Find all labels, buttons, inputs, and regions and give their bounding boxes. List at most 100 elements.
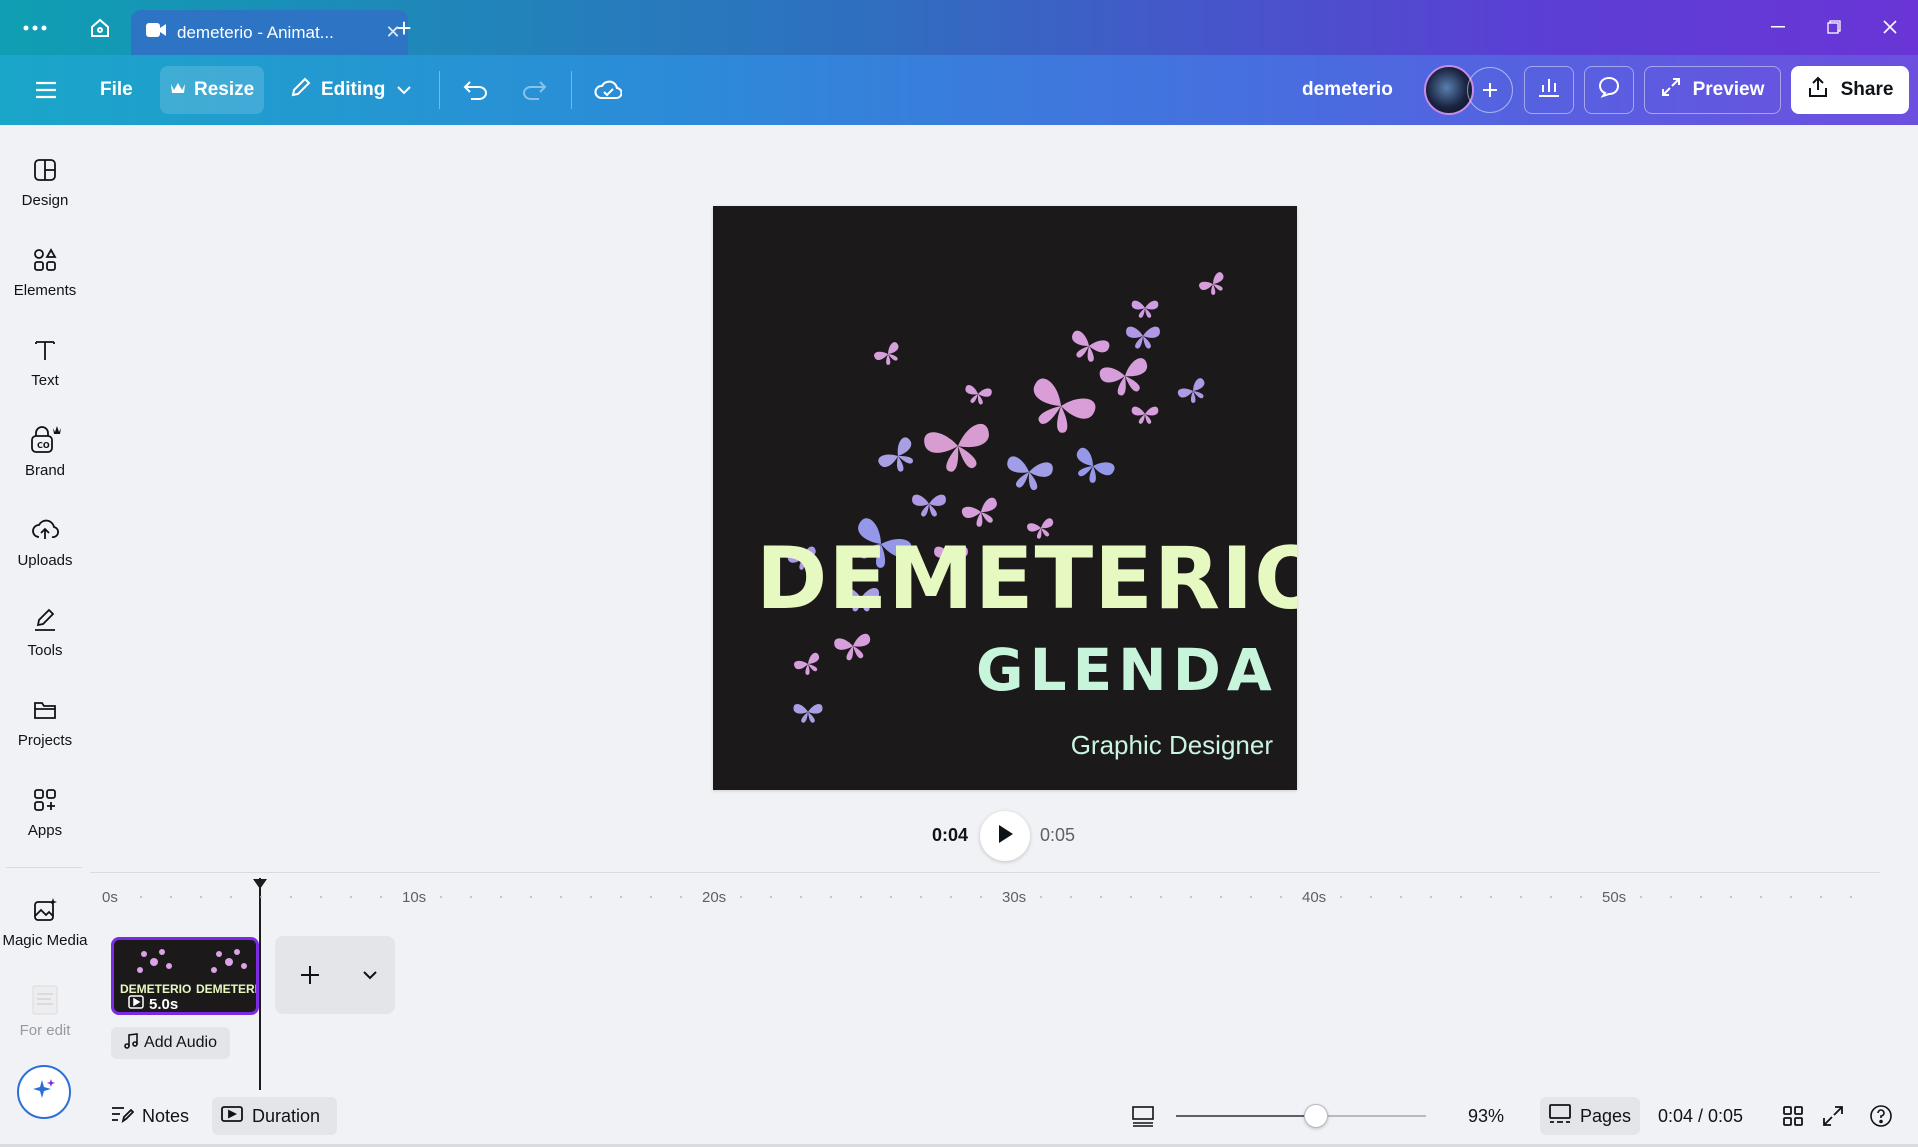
add-page-button[interactable] xyxy=(275,936,345,1014)
zoom-slider[interactable] xyxy=(1176,1115,1426,1117)
sidebar-item-label: Elements xyxy=(13,282,77,299)
more-options-icon[interactable] xyxy=(17,10,53,46)
sidebar-item-design[interactable]: Design xyxy=(0,150,90,230)
redo-button[interactable] xyxy=(516,66,552,114)
help-icon[interactable] xyxy=(1866,1097,1896,1135)
sidebar-item-elements[interactable]: Elements xyxy=(0,240,90,320)
design-name-label[interactable]: demeterio xyxy=(1302,66,1393,114)
timeline-tick-mark xyxy=(1250,896,1252,898)
file-menu-button[interactable]: File xyxy=(86,66,147,114)
sidebar-item-uploads[interactable]: Uploads xyxy=(0,510,90,590)
resize-button[interactable]: Resize xyxy=(160,66,264,114)
playhead-handle[interactable] xyxy=(252,878,268,890)
design-canvas[interactable]: DEMETERIO GLENDA Graphic Designer xyxy=(713,206,1297,790)
sidebar-item-apps[interactable]: Apps xyxy=(0,780,90,860)
fullscreen-icon[interactable] xyxy=(1818,1097,1848,1135)
timeline-tick-mark xyxy=(230,896,232,898)
video-icon xyxy=(220,1104,244,1129)
timeline-tick-mark xyxy=(1640,896,1642,898)
add-audio-button[interactable]: Add Audio xyxy=(111,1027,230,1059)
timeline-tick-mark xyxy=(1760,896,1762,898)
sidebar-item-text[interactable]: Text xyxy=(0,330,90,410)
new-tab-button[interactable]: + xyxy=(386,10,422,46)
cloud-saved-icon[interactable] xyxy=(590,66,626,114)
comments-button[interactable] xyxy=(1584,66,1634,114)
layout-view-icon[interactable] xyxy=(1128,1097,1158,1135)
sidebar-item-label: Tools xyxy=(27,642,63,659)
music-note-icon xyxy=(124,1032,138,1054)
sidebar-item-magic-media[interactable]: Magic Media xyxy=(0,890,90,970)
design-role-text[interactable]: Graphic Designer xyxy=(1023,730,1273,761)
magic-assistant-button[interactable] xyxy=(17,1065,71,1119)
timeline-tick-mark xyxy=(1040,896,1042,898)
timeline-clip[interactable]: DEMETERIO DEMETERI 5.0s xyxy=(111,937,259,1015)
sidebar-item-tools[interactable]: Tools xyxy=(0,600,90,680)
timeline-tick-mark xyxy=(500,896,502,898)
crown-icon xyxy=(170,79,186,101)
minimize-icon[interactable] xyxy=(1758,12,1798,42)
text-icon xyxy=(0,330,90,370)
editing-mode-dropdown[interactable]: Editing xyxy=(283,66,417,114)
timeline-tick-mark xyxy=(290,896,292,898)
sidebar-item-for-edit[interactable]: For edit xyxy=(0,980,90,1060)
timeline-tick-mark xyxy=(320,896,322,898)
timeline-tick-mark xyxy=(1670,896,1672,898)
notes-button[interactable]: Notes xyxy=(104,1097,195,1135)
zoom-label: 93% xyxy=(1467,1105,1505,1126)
share-button[interactable]: Share xyxy=(1791,66,1909,114)
zoom-percent[interactable]: 93% xyxy=(1456,1097,1516,1135)
timeline-tick-mark xyxy=(1580,896,1582,898)
zoom-slider-handle[interactable] xyxy=(1304,1104,1328,1128)
editor-toolbar: File Resize Editing demeterio Preview Sh… xyxy=(0,55,1918,125)
timeline-tick-mark xyxy=(1430,896,1432,898)
magic-image-icon xyxy=(0,890,90,930)
add-page-control xyxy=(275,936,395,1014)
insights-button[interactable] xyxy=(1524,66,1574,114)
sidebar-item-label: Uploads xyxy=(17,552,73,569)
invite-button[interactable] xyxy=(1467,67,1513,113)
design-name-text[interactable]: DEMETERIO xyxy=(756,536,1297,622)
timeline-tick-mark xyxy=(1460,896,1462,898)
video-icon xyxy=(128,995,144,1012)
preview-button[interactable]: Preview xyxy=(1644,66,1781,114)
timeline-tick-label: 50s xyxy=(1602,889,1627,906)
timeline-tick-mark xyxy=(1220,896,1222,898)
restore-icon[interactable] xyxy=(1814,12,1854,42)
timeline-tick-mark xyxy=(170,896,172,898)
browser-tab[interactable]: demeterio - Animat... ✕ xyxy=(131,10,408,55)
timeline-tick-mark xyxy=(1850,896,1852,898)
timeline-tick-label: 30s xyxy=(1002,889,1027,906)
timeline-tick-mark xyxy=(560,896,562,898)
timeline-tick-mark xyxy=(590,896,592,898)
timeline-tick-mark xyxy=(1730,896,1732,898)
grid-view-icon[interactable] xyxy=(1778,1097,1808,1135)
timeline-tick-mark xyxy=(680,896,682,898)
sidebar-item-projects[interactable]: Projects xyxy=(0,690,90,770)
menu-icon[interactable] xyxy=(28,66,64,114)
pages-button[interactable]: Pages xyxy=(1540,1097,1640,1135)
timeline-tick-mark xyxy=(140,896,142,898)
chevron-down-icon[interactable] xyxy=(345,936,395,1014)
close-window-icon[interactable] xyxy=(1870,12,1910,42)
timeline-tick-mark xyxy=(1370,896,1372,898)
timeline-tick-mark xyxy=(1340,896,1342,898)
clip-duration-label: 5.0s xyxy=(149,995,179,1013)
duration-button[interactable]: Duration xyxy=(212,1097,337,1135)
timeline-tick-mark xyxy=(890,896,892,898)
home-icon[interactable] xyxy=(82,10,118,46)
file-menu-label: File xyxy=(100,79,133,100)
clip-thumbnail-text: DEMETERIO xyxy=(120,982,192,996)
design-subname-text[interactable]: GLENDA xyxy=(976,641,1276,699)
play-button[interactable] xyxy=(980,811,1030,861)
timeline-tick-mark xyxy=(200,896,202,898)
browser-title-bar: demeterio - Animat... ✕ + xyxy=(0,0,1918,55)
undo-button[interactable] xyxy=(458,66,494,114)
timeline-tick-mark xyxy=(470,896,472,898)
pages-label: Pages xyxy=(1580,1105,1632,1126)
sidebar-item-brand[interactable]: CO Brand xyxy=(0,420,90,500)
playhead[interactable] xyxy=(259,878,261,1090)
sidebar-item-label: For edit xyxy=(19,1022,71,1039)
timeline-tick-mark xyxy=(1820,896,1822,898)
add-audio-label: Add Audio xyxy=(144,1034,217,1051)
timeline-tick-mark xyxy=(380,896,382,898)
